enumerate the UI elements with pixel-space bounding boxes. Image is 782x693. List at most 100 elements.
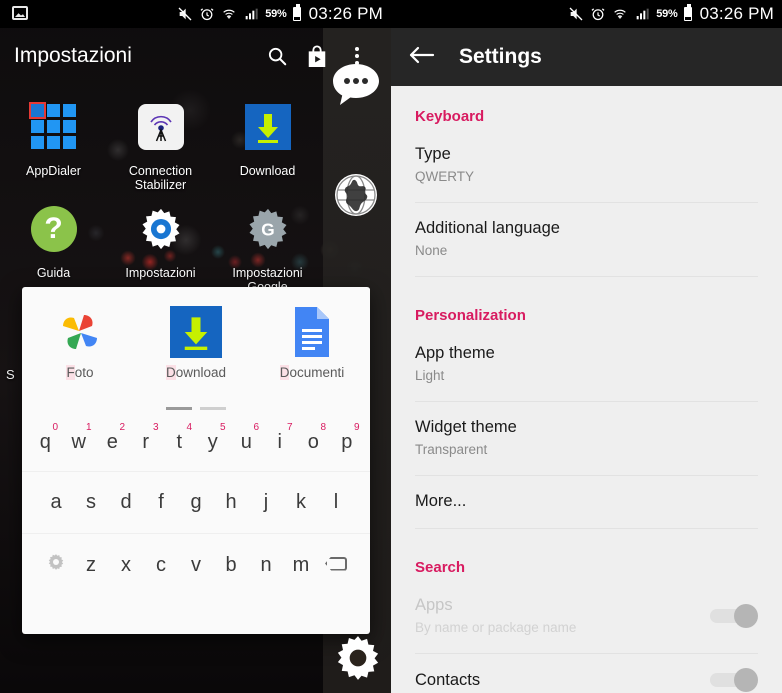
settings-row-type[interactable]: Type QWERTY: [391, 129, 782, 202]
mute-icon: [569, 7, 583, 21]
clock-label: 03:26 PM: [308, 4, 383, 23]
app-label: AppDialer: [26, 164, 81, 178]
key-v[interactable]: v: [179, 554, 214, 577]
result-label-rest: ocumenti: [289, 365, 345, 380]
key-a[interactable]: a: [39, 491, 74, 514]
back-arrow-icon[interactable]: [409, 44, 435, 71]
search-icon[interactable]: [257, 36, 297, 76]
key-z[interactable]: z: [74, 554, 109, 577]
key-settings-gear-icon[interactable]: [39, 553, 74, 577]
key-t[interactable]: t4: [163, 422, 197, 454]
app-impostazioni-google[interactable]: G Impostazioni Google: [214, 192, 321, 294]
result-label: Foto: [22, 365, 138, 380]
page-title: Impostazioni: [14, 44, 132, 67]
popup-scroll-handle[interactable]: [366, 397, 370, 455]
row-title: Contacts: [415, 671, 481, 689]
download-icon: [214, 98, 321, 156]
chat-bubble-icon[interactable]: [329, 58, 383, 112]
app-impostazioni[interactable]: Impostazioni: [107, 192, 214, 294]
row-subtitle: QWERTY: [415, 169, 475, 184]
key-e[interactable]: e2: [96, 422, 130, 454]
key-f[interactable]: f: [144, 491, 179, 514]
keyboard-row-2: asdfghjkl: [22, 472, 370, 534]
settings-row-more[interactable]: More...: [391, 476, 782, 528]
row-title: Type: [415, 145, 451, 163]
settings-row-apps[interactable]: Apps By name or package name: [391, 580, 782, 653]
settings-row-widget-theme[interactable]: Widget theme Transparent: [391, 402, 782, 475]
key-sup-0: 0: [52, 422, 58, 433]
app-label: Connection Stabilizer: [128, 164, 193, 192]
dual-screenshot: 59% 03:26 PM Impostazioni AppDialer Conn…: [0, 0, 782, 693]
settings-row-app-theme[interactable]: App theme Light: [391, 328, 782, 401]
key-b[interactable]: b: [214, 554, 249, 577]
battery-icon: [683, 4, 692, 21]
key-backspace-icon[interactable]: [319, 554, 354, 577]
key-d[interactable]: d: [109, 491, 144, 514]
key-s[interactable]: s: [74, 491, 109, 514]
row-subtitle: By name or package name: [415, 620, 577, 635]
keyboard-row-3: zxcvbnm: [22, 534, 370, 596]
result-label-rest: ownload: [175, 365, 227, 380]
row-texts: Additional language None: [415, 217, 758, 260]
result-label-rest: oto: [74, 365, 94, 380]
result-documenti[interactable]: Documenti: [254, 301, 370, 405]
key-w[interactable]: w1: [62, 422, 96, 454]
app-label: Impostazioni: [125, 266, 196, 280]
key-j[interactable]: j: [249, 491, 284, 514]
appdialer-icon: [0, 98, 107, 156]
key-h[interactable]: h: [214, 491, 249, 514]
key-sup-4: 4: [186, 422, 192, 433]
key-n[interactable]: n: [249, 554, 284, 577]
settings-gear-icon: [107, 200, 214, 258]
key-o[interactable]: o8: [297, 422, 331, 454]
alarm-icon: [200, 8, 214, 21]
row-texts: Contacts: [415, 669, 710, 691]
download-icon: [138, 301, 254, 363]
row-subtitle: Transparent: [415, 442, 488, 457]
wifi-icon: [223, 9, 235, 19]
key-g[interactable]: g: [179, 491, 214, 514]
gear-bubble-icon[interactable]: [333, 633, 385, 685]
row-title: Apps: [415, 596, 453, 614]
row-title: App theme: [415, 344, 495, 362]
key-sup-1: 1: [85, 422, 92, 433]
row-toggle[interactable]: [710, 603, 758, 628]
svg-text:G: G: [261, 220, 274, 240]
mute-icon: [178, 7, 192, 21]
signal-icon: [636, 8, 649, 20]
settings-row-contacts[interactable]: Contacts: [391, 654, 782, 693]
page-dot[interactable]: [200, 407, 226, 410]
wifi-icon: [614, 9, 626, 19]
key-sup-7: 7: [286, 422, 293, 433]
result-download[interactable]: Download: [138, 301, 254, 405]
settings-row-additional-language[interactable]: Additional language None: [391, 203, 782, 276]
key-y[interactable]: y5: [196, 422, 230, 454]
globe-bubble-icon[interactable]: [329, 168, 383, 222]
on-screen-keyboard: q0w1e2r3t4y5u6i7o8p9 asdfghjkl zxcvbnm: [22, 410, 370, 596]
app-appdialer[interactable]: AppDialer: [0, 90, 107, 192]
key-p[interactable]: p9: [330, 422, 364, 454]
app-download[interactable]: Download: [214, 90, 321, 192]
result-foto[interactable]: Foto: [22, 301, 138, 405]
app-guida[interactable]: ? Guida: [0, 192, 107, 294]
key-sup-8: 8: [320, 422, 326, 433]
key-i[interactable]: i7: [263, 422, 297, 454]
key-q[interactable]: q0: [29, 422, 63, 454]
section-header-search: Search: [415, 559, 466, 576]
row-toggle[interactable]: [710, 668, 758, 692]
popup-scroll-handle-top[interactable]: [366, 287, 370, 331]
key-m[interactable]: m: [284, 554, 319, 577]
row-texts: More...: [415, 490, 758, 512]
signal-icon: [245, 8, 258, 20]
key-l[interactable]: l: [319, 491, 354, 514]
connection-stabilizer-icon: [107, 98, 214, 156]
key-x[interactable]: x: [109, 554, 144, 577]
key-c[interactable]: c: [144, 554, 179, 577]
key-k[interactable]: k: [284, 491, 319, 514]
key-r[interactable]: r3: [129, 422, 163, 454]
row-texts: Type QWERTY: [415, 143, 758, 186]
page-dot-active[interactable]: [166, 407, 192, 410]
app-search-popup: Foto Download Documenti q 0 w 1 e 2 r 3 …: [22, 287, 370, 634]
app-connection-stabilizer[interactable]: Connection Stabilizer: [107, 90, 214, 192]
key-u[interactable]: u6: [230, 422, 264, 454]
